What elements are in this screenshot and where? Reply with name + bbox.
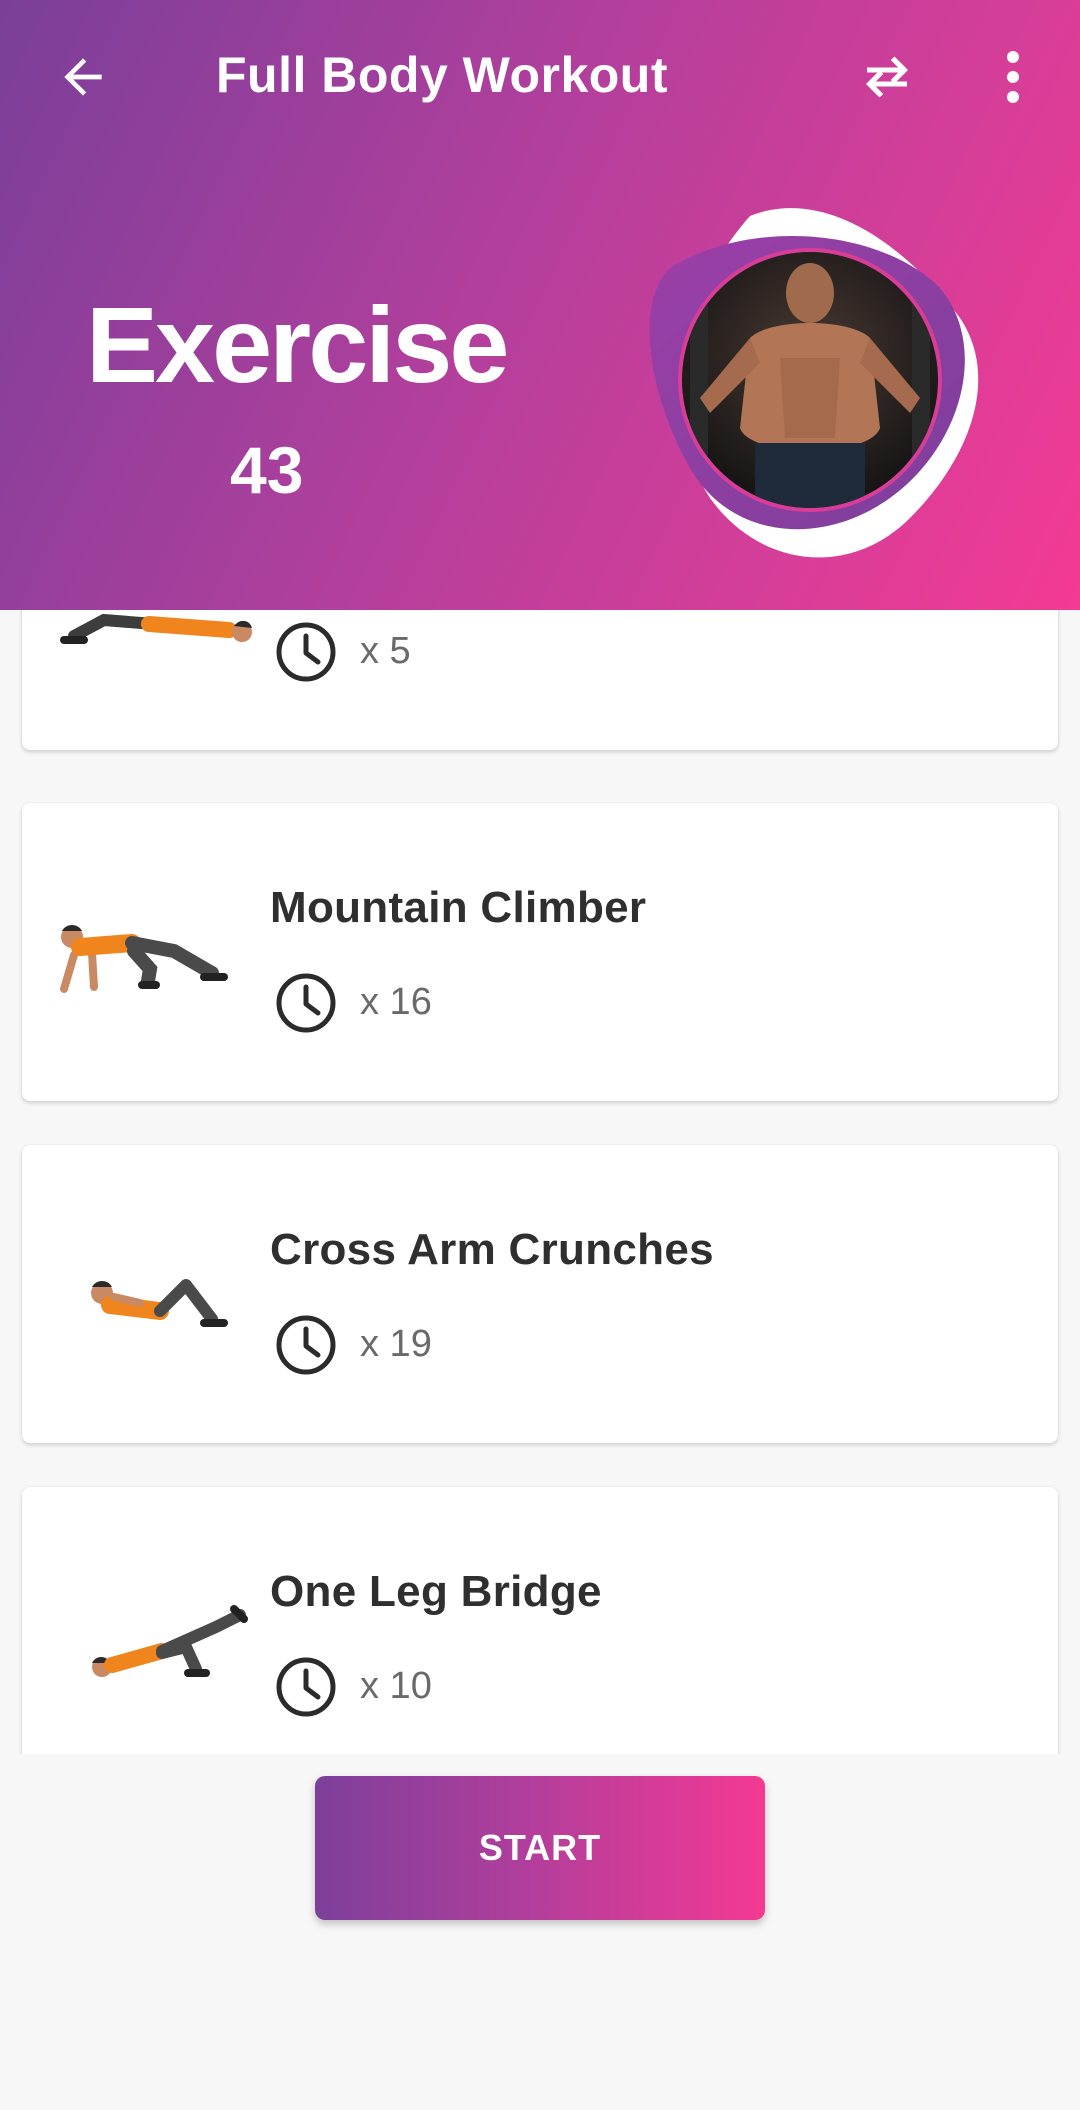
- more-vert-icon: [1007, 51, 1019, 103]
- clock-icon: [276, 622, 336, 682]
- back-button[interactable]: [38, 32, 128, 122]
- more-options-button[interactable]: [968, 32, 1058, 122]
- exercise-list[interactable]: x 5 Mountain Climber x 16 Cross Arm Crun…: [0, 610, 1080, 1754]
- swap-button[interactable]: [842, 32, 932, 122]
- exercise-reps: x 5: [360, 630, 411, 672]
- exercise-reps: x 16: [360, 981, 432, 1023]
- hero-image: [649, 208, 979, 558]
- bridge-figure: [92, 1605, 248, 1677]
- clock-icon: [276, 973, 336, 1033]
- page-title: Full Body Workout: [216, 47, 668, 103]
- exercise-reps: x 10: [360, 1665, 432, 1707]
- lying-exercise-figure: [60, 613, 252, 644]
- exercise-card[interactable]: Cross Arm Crunches x 19: [22, 1145, 1058, 1443]
- clock-icon: [276, 1657, 336, 1717]
- workout-header: Full Body Workout Exercise 43: [0, 0, 1080, 610]
- exercise-count: 43: [230, 433, 304, 507]
- start-button[interactable]: START: [315, 1776, 765, 1920]
- exercise-card[interactable]: Mountain Climber x 16: [22, 803, 1058, 1101]
- exercise-name: Cross Arm Crunches: [270, 1225, 714, 1274]
- exercise-name: Mountain Climber: [270, 883, 647, 932]
- exercise-name: One Leg Bridge: [270, 1567, 602, 1616]
- swap-arrows-icon: [866, 56, 908, 98]
- mountain-climber-figure: [60, 925, 228, 993]
- exercise-card[interactable]: One Leg Bridge x 10: [22, 1487, 1058, 1754]
- arrow-left-icon: [64, 58, 102, 96]
- hero-title: Exercise: [86, 284, 509, 405]
- exercise-reps: x 19: [360, 1323, 432, 1365]
- clock-icon: [276, 1315, 336, 1375]
- exercise-card[interactable]: x 5: [22, 610, 1058, 750]
- crunch-figure: [91, 1279, 228, 1327]
